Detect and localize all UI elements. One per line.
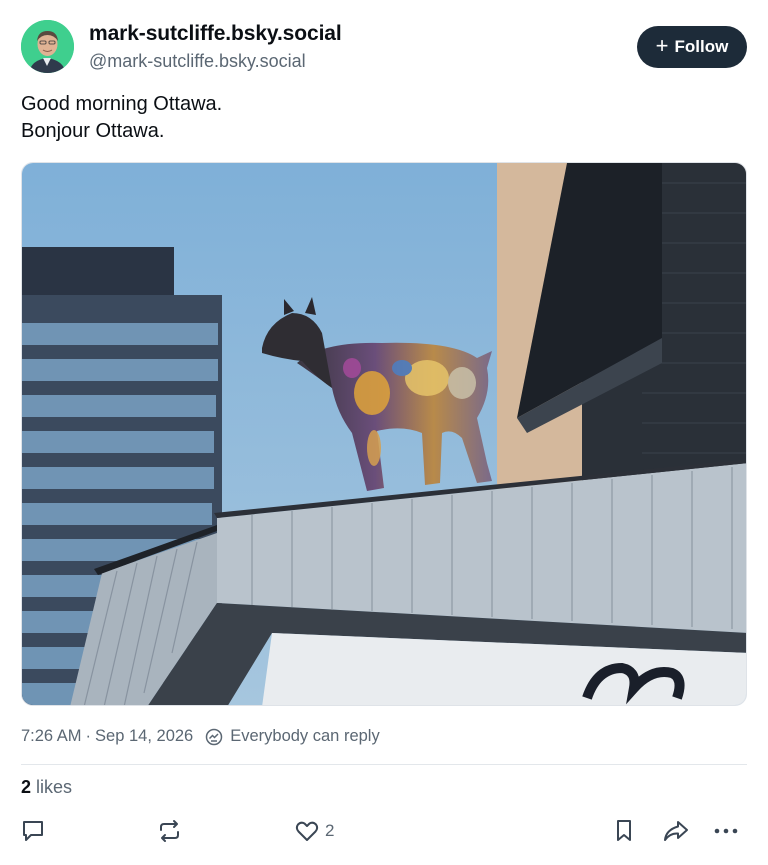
repost-button[interactable] [157,818,182,844]
reply-button[interactable] [21,818,45,844]
like-button[interactable]: 2 [294,818,334,844]
post-text: Good morning Ottawa. Bonjour Ottawa. [21,91,222,145]
more-dots-icon [714,828,738,834]
comment-icon [23,821,43,841]
globe-reply-icon [205,728,223,746]
follow-label: Follow [674,37,729,56]
more-options-button[interactable] [713,818,741,844]
meta-separator: · [85,727,92,745]
follow-button[interactable]: + Follow [637,26,747,68]
share-button[interactable] [662,818,690,844]
post-date[interactable]: Sep 14, 2026 [95,727,193,746]
bookmark-button[interactable] [613,818,635,844]
likes-count: 2 [21,777,32,797]
bookmark-icon [617,820,631,841]
likes-summary[interactable]: 2 likes [21,777,72,798]
share-icon [664,821,688,841]
post-text-line: Good morning Ottawa. [21,93,223,115]
author-avatar[interactable] [21,20,74,73]
divider [21,764,747,765]
likes-label: likes [36,777,73,797]
photo-graffiti-goat-statue-on-roof [22,163,746,705]
post-text-line: Bonjour Ottawa. [21,120,165,142]
like-count: 2 [325,821,335,840]
post-meta: 7:26 AM · Sep 14, 2026 Everybody can rep… [21,727,380,746]
plus-icon: + [655,33,669,58]
author-display-name[interactable]: mark-sutcliffe.bsky.social [89,22,342,46]
repost-icon [160,820,179,842]
heart-icon [295,821,319,841]
profile-photo [21,20,74,73]
reply-setting-label[interactable]: Everybody can reply [230,727,380,746]
author-handle[interactable]: @mark-sutcliffe.bsky.social [89,51,306,72]
post-image[interactable] [21,162,747,706]
post-time[interactable]: 7:26 AM [21,727,82,746]
